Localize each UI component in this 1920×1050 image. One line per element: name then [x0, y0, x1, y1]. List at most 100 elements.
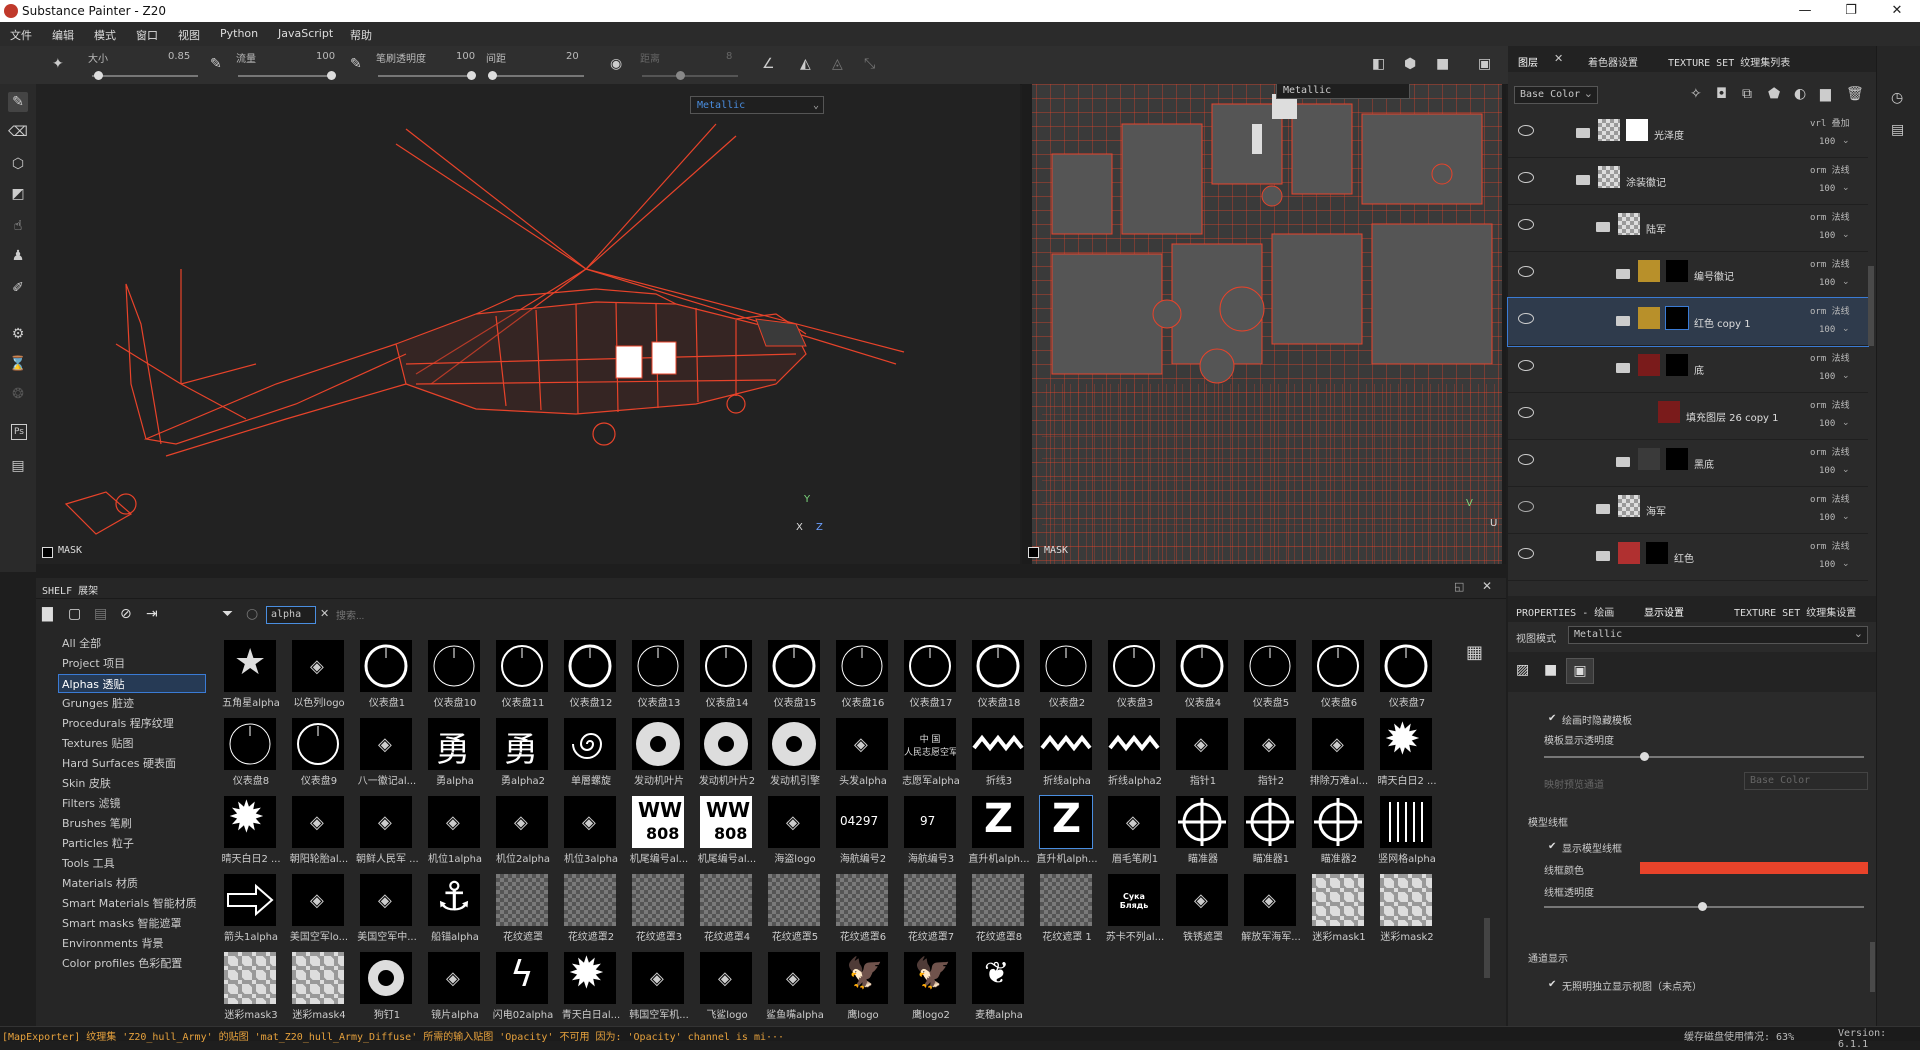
- layer-opacity[interactable]: 100: [1819, 372, 1835, 382]
- layer-blend-mode[interactable]: orm 法线: [1810, 351, 1850, 364]
- layer-row[interactable]: 陆军 orm 法线 100 ⌄: [1508, 204, 1868, 252]
- shelf-item[interactable]: 仪表盘13: [628, 636, 688, 712]
- show-wireframe-checkbox[interactable]: ✔: [1548, 842, 1558, 852]
- layer-thumbnail[interactable]: [1638, 260, 1660, 282]
- layer-name[interactable]: 海军: [1646, 503, 1666, 518]
- layer-name[interactable]: 红色 copy 1: [1694, 315, 1751, 330]
- shelf-category[interactable]: Materials 材质: [62, 874, 138, 893]
- shelf-item[interactable]: ◈ 八一徽记al...: [356, 714, 416, 790]
- uv-mask-toggle[interactable]: [1028, 547, 1039, 558]
- shelf-item[interactable]: 迷彩mask2: [1376, 870, 1436, 946]
- shelf-category[interactable]: Textures 贴图: [62, 734, 134, 753]
- tab-texture-set-list[interactable]: TEXTURE SET 纹理集列表: [1668, 54, 1790, 69]
- layer-thumbnail[interactable]: [1638, 307, 1660, 329]
- shelf-item[interactable]: 仪表盘12: [560, 636, 620, 712]
- layer-name[interactable]: 黑底: [1694, 456, 1714, 471]
- menu-python[interactable]: Python: [220, 27, 258, 40]
- eye-icon[interactable]: [1518, 501, 1534, 512]
- transform-icon[interactable]: ⤡: [864, 56, 875, 72]
- shelf-item[interactable]: Сука Блядь 苏卡不列al...: [1104, 870, 1164, 946]
- menu-help[interactable]: 帮助: [350, 27, 372, 43]
- isolate-checkbox[interactable]: ✔: [1548, 980, 1558, 990]
- shelf-item[interactable]: 瞄准器2: [1308, 792, 1368, 868]
- layer-row[interactable]: 编号徽记 orm 法线 100 ⌄: [1508, 251, 1868, 299]
- camera-icon[interactable]: ■: [1436, 56, 1449, 72]
- lazy-mouse-icon[interactable]: ◉: [610, 56, 622, 72]
- eye-icon[interactable]: [1518, 407, 1534, 418]
- pen-pressure-icon[interactable]: ✎: [210, 56, 222, 72]
- jitter-slider-knob[interactable]: [676, 71, 685, 80]
- layer-opacity[interactable]: 100: [1819, 325, 1835, 335]
- layer-name[interactable]: 涂装徽记: [1626, 174, 1666, 189]
- viewport-uv[interactable]: Metallic V U MASK: [1022, 84, 1506, 564]
- export-icon[interactable]: ⌛: [8, 354, 28, 374]
- undock-icon[interactable]: ◱: [1454, 580, 1464, 593]
- tab-properties-paint[interactable]: PROPERTIES - 绘画: [1516, 604, 1614, 619]
- camera-settings-icon[interactable]: ■: [1544, 662, 1557, 678]
- filter-tag[interactable]: alpha: [266, 606, 316, 624]
- layer-blend-mode[interactable]: orm 法线: [1810, 304, 1850, 317]
- shelf-item[interactable]: 仪表盘8: [220, 714, 280, 790]
- shelf-item[interactable]: ◈ 眉毛笔刷1: [1104, 792, 1164, 868]
- shelf-item[interactable]: ◈ 头发alpha: [832, 714, 892, 790]
- smudge-icon[interactable]: ☝: [8, 216, 28, 236]
- layer-opacity[interactable]: 100: [1819, 137, 1835, 147]
- jitter-value[interactable]: 8: [726, 51, 732, 62]
- shelf-item[interactable]: 仪表盘18: [968, 636, 1028, 712]
- spacing-slider-knob[interactable]: [488, 71, 497, 80]
- filter-tag-remove-icon[interactable]: ✕: [320, 607, 329, 620]
- layer-thumbnail[interactable]: [1658, 401, 1680, 423]
- layer-mask-thumbnail[interactable]: [1646, 542, 1668, 564]
- eye-icon[interactable]: [1518, 454, 1534, 465]
- layer-row[interactable]: 海军 orm 法线 100 ⌄: [1508, 486, 1868, 534]
- channel-preview-dropdown[interactable]: Base Color: [1744, 772, 1868, 790]
- folder-icon[interactable]: [1596, 222, 1610, 232]
- shelf-item[interactable]: 仪表盘3: [1104, 636, 1164, 712]
- layer-thumbnail[interactable]: [1618, 542, 1640, 564]
- shelf-item[interactable]: 花纹遮罩: [492, 870, 552, 946]
- chevron-down-icon[interactable]: ⌄: [1842, 230, 1850, 240]
- eye-icon[interactable]: [1518, 548, 1534, 559]
- layer-thumbnail[interactable]: [1618, 495, 1640, 517]
- layer-name[interactable]: 底: [1694, 362, 1704, 377]
- history-icon[interactable]: ◷: [1891, 90, 1903, 106]
- shelf-category[interactable]: Smart masks 智能遮罩: [62, 914, 182, 933]
- angle-icon[interactable]: ∠: [762, 56, 775, 72]
- shelf-item[interactable]: 仪表盘9: [288, 714, 348, 790]
- folder-icon[interactable]: [1616, 316, 1630, 326]
- shelf-item[interactable]: ✹ 晴天白日2 ...: [220, 792, 281, 868]
- log-icon[interactable]: ▤: [1891, 122, 1904, 138]
- menu-file[interactable]: 文件: [10, 27, 32, 43]
- menu-javascript[interactable]: JavaScript: [278, 27, 333, 40]
- filter-icon[interactable]: ⏷: [222, 606, 233, 622]
- mask-toggle[interactable]: [42, 547, 53, 558]
- shelf-item[interactable]: 瞄准器1: [1240, 792, 1300, 868]
- shelf-item[interactable]: 瞄准器: [1172, 792, 1232, 868]
- layer-mask-thumbnail[interactable]: [1666, 448, 1688, 470]
- template-opacity-knob[interactable]: [1640, 752, 1649, 761]
- layers-scrollbar[interactable]: [1868, 266, 1874, 346]
- shelf-item[interactable]: 仪表盘6: [1308, 636, 1368, 712]
- hide-icon[interactable]: ⊘: [120, 606, 132, 622]
- shelf-item[interactable]: 🦅 鹰logo2: [900, 948, 960, 1024]
- layer-row[interactable]: 涂装徽记 orm 法线 100 ⌄: [1508, 157, 1868, 205]
- new-shelf-icon[interactable]: ▢: [68, 606, 81, 622]
- shelf-item[interactable]: 仪表盘1: [356, 636, 416, 712]
- eye-icon[interactable]: [1518, 313, 1534, 324]
- menu-view[interactable]: 视图: [178, 27, 200, 43]
- shelf-item[interactable]: ◈ 美国空军中...: [356, 870, 417, 946]
- shelf-item[interactable]: 勇勇alpha: [424, 714, 484, 790]
- layer-blend-mode[interactable]: orm 法线: [1810, 210, 1850, 223]
- spacing-slider[interactable]: [488, 75, 584, 77]
- layer-mask-thumbnail[interactable]: [1626, 119, 1648, 141]
- shelf-category[interactable]: Tools 工具: [62, 854, 115, 873]
- layer-row[interactable]: 红色 copy 1 orm 法线 100 ⌄: [1507, 297, 1869, 347]
- layer-row[interactable]: 底 orm 法线 100 ⌄: [1508, 345, 1868, 393]
- shelf-close-icon[interactable]: ✕: [1482, 579, 1492, 593]
- chevron-down-icon[interactable]: ⌄: [1842, 465, 1850, 475]
- layer-channel-dropdown[interactable]: Base Color ⌄: [1514, 86, 1598, 104]
- chevron-down-icon[interactable]: ⌄: [1842, 183, 1850, 193]
- layer-thumbnail[interactable]: [1618, 213, 1640, 235]
- shelf-item[interactable]: ★ 五角星alpha: [220, 636, 280, 712]
- view-cube-icon[interactable]: ⬢: [1404, 56, 1416, 72]
